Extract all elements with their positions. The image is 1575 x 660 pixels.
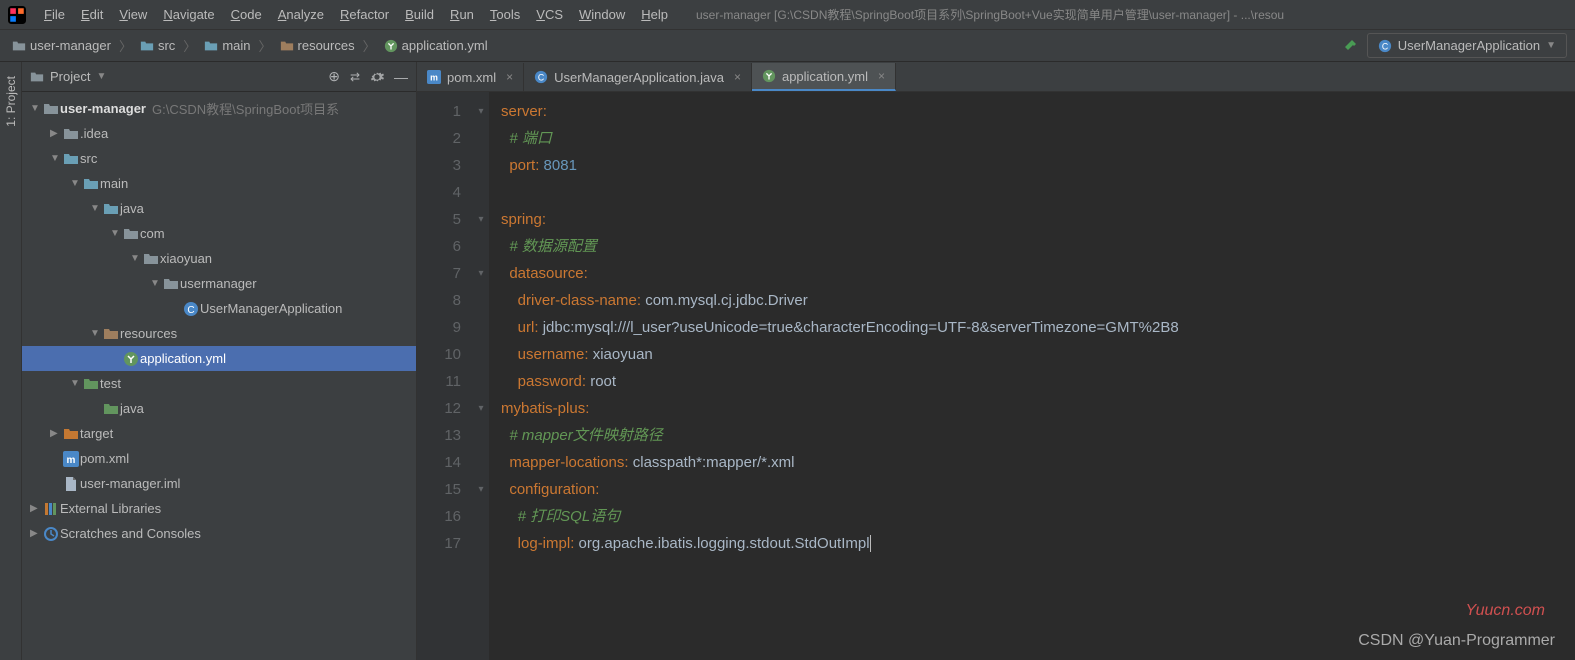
code-content[interactable]: server: # 端口 port: 8081 spring: # 数据源配置 … xyxy=(489,92,1575,660)
menu-bar: FileEditViewNavigateCodeAnalyzeRefactorB… xyxy=(0,0,1575,30)
tree-item-application.yml[interactable]: application.yml xyxy=(22,346,416,371)
run-config-label: UserManagerApplication xyxy=(1398,38,1540,53)
tab-pom.xml[interactable]: pom.xml× xyxy=(417,63,524,91)
menu-vcs[interactable]: VCS xyxy=(528,7,571,22)
menu-help[interactable]: Help xyxy=(633,7,676,22)
run-config-selector[interactable]: UserManagerApplication ▼ xyxy=(1367,33,1567,58)
close-icon[interactable]: × xyxy=(506,70,513,84)
menu-view[interactable]: View xyxy=(111,7,155,22)
tree-item-main[interactable]: ▼main xyxy=(22,171,416,196)
crumb-main[interactable]: main xyxy=(200,36,254,55)
project-panel: Project ▼ ⊕ ⇄ — ▼user-managerG:\CSDN教程\S… xyxy=(22,62,417,660)
editor-area: pom.xml×UserManagerApplication.java×appl… xyxy=(417,62,1575,660)
tree-item-xiaoyuan[interactable]: ▼xiaoyuan xyxy=(22,246,416,271)
watermark-author: CSDN @Yuan-Programmer xyxy=(1358,632,1555,650)
tree-item-user-manager[interactable]: ▼user-managerG:\CSDN教程\SpringBoot项目系 xyxy=(22,96,416,121)
menu-code[interactable]: Code xyxy=(223,7,270,22)
tree-item-usermanager[interactable]: ▼usermanager xyxy=(22,271,416,296)
fold-gutter[interactable]: ▾▾▾▾▾ xyxy=(473,92,489,660)
watermark-site: Yuucn.com xyxy=(1466,602,1545,620)
project-tree[interactable]: ▼user-managerG:\CSDN教程\SpringBoot项目系▶.id… xyxy=(22,92,416,660)
panel-title: Project xyxy=(50,69,90,84)
expand-all-icon[interactable]: ⇄ xyxy=(350,70,360,84)
window-title: user-manager [G:\CSDN教程\SpringBoot项目系列\S… xyxy=(696,6,1284,23)
tree-item-test[interactable]: ▼test xyxy=(22,371,416,396)
select-opened-file-icon[interactable]: ⊕ xyxy=(328,68,340,85)
close-icon[interactable]: × xyxy=(878,69,885,83)
tree-item-.idea[interactable]: ▶.idea xyxy=(22,121,416,146)
crumb-application.yml[interactable]: application.yml xyxy=(380,36,492,55)
editor-tabs: pom.xml×UserManagerApplication.java×appl… xyxy=(417,62,1575,92)
menu-build[interactable]: Build xyxy=(397,7,442,22)
tree-item-pom.xml[interactable]: pom.xml xyxy=(22,446,416,471)
line-gutter: 1234567891011121314151617 xyxy=(417,92,473,660)
tab-application.yml[interactable]: application.yml× xyxy=(752,63,896,91)
navigation-bar: user-manager〉src〉main〉resources〉applicat… xyxy=(0,30,1575,62)
crumb-src[interactable]: src xyxy=(136,36,179,55)
crumb-user-manager[interactable]: user-manager xyxy=(8,36,115,55)
menu-navigate[interactable]: Navigate xyxy=(155,7,222,22)
menu-refactor[interactable]: Refactor xyxy=(332,7,397,22)
tab-UserManagerApplication.java[interactable]: UserManagerApplication.java× xyxy=(524,63,752,91)
hide-icon[interactable]: — xyxy=(394,69,408,85)
run-config-icon xyxy=(1378,39,1392,53)
project-tool-tab[interactable]: 1: Project xyxy=(2,70,20,133)
tree-item-Scratches and Consoles[interactable]: ▶Scratches and Consoles xyxy=(22,521,416,546)
menu-window[interactable]: Window xyxy=(571,7,633,22)
tree-item-resources[interactable]: ▼resources xyxy=(22,321,416,346)
menu-analyze[interactable]: Analyze xyxy=(270,7,332,22)
tree-item-External Libraries[interactable]: ▶External Libraries xyxy=(22,496,416,521)
chevron-down-icon: ▼ xyxy=(1546,40,1556,51)
gear-icon[interactable] xyxy=(370,70,384,84)
tree-item-java[interactable]: ▼java xyxy=(22,196,416,221)
build-icon[interactable] xyxy=(1343,38,1359,54)
project-view-icon xyxy=(30,70,44,84)
tree-item-src[interactable]: ▼src xyxy=(22,146,416,171)
tree-item-user-manager.iml[interactable]: user-manager.iml xyxy=(22,471,416,496)
code-editor[interactable]: 1234567891011121314151617 ▾▾▾▾▾ server: … xyxy=(417,92,1575,660)
tool-window-bar: 1: Project xyxy=(0,62,22,660)
chevron-down-icon[interactable]: ▼ xyxy=(96,71,106,82)
menu-tools[interactable]: Tools xyxy=(482,7,528,22)
menu-run[interactable]: Run xyxy=(442,7,482,22)
breadcrumb: user-manager〉src〉main〉resources〉applicat… xyxy=(8,36,492,55)
intellij-logo-icon xyxy=(8,6,26,24)
tree-item-UserManagerApplication[interactable]: UserManagerApplication xyxy=(22,296,416,321)
tree-item-com[interactable]: ▼com xyxy=(22,221,416,246)
close-icon[interactable]: × xyxy=(734,70,741,84)
menu-file[interactable]: File xyxy=(36,7,73,22)
menu-edit[interactable]: Edit xyxy=(73,7,111,22)
tree-item-target[interactable]: ▶target xyxy=(22,421,416,446)
crumb-resources[interactable]: resources xyxy=(276,36,359,55)
tree-item-java[interactable]: java xyxy=(22,396,416,421)
